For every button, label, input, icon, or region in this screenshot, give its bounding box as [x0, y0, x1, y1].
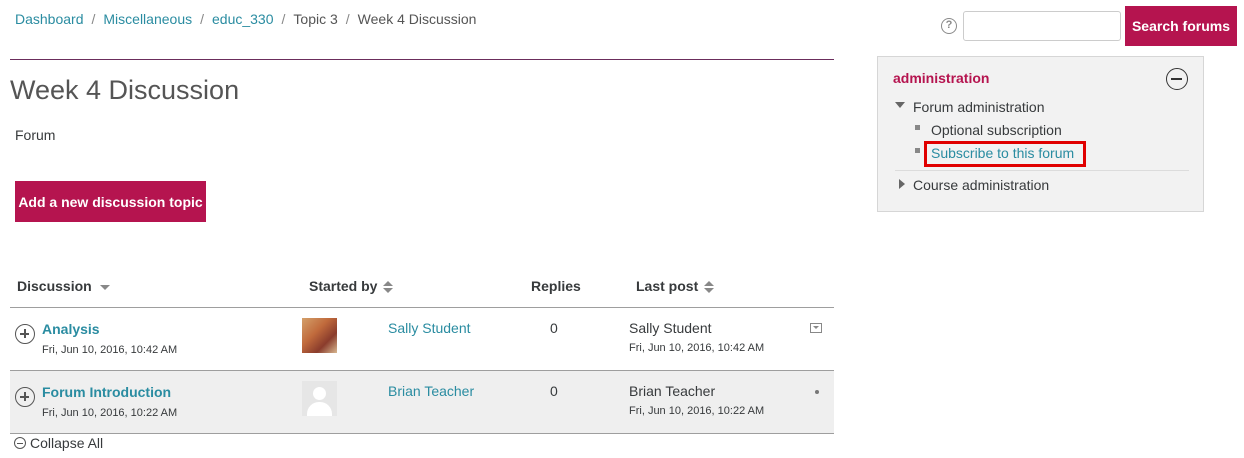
table-row: Analysis Fri, Jun 10, 2016, 10:42 AM Sal…: [10, 308, 834, 370]
collapse-minus-circle-icon: [14, 437, 26, 449]
table-row: Forum Introduction Fri, Jun 10, 2016, 10…: [10, 371, 834, 433]
breadcrumb-separator: /: [281, 11, 286, 27]
page-subtitle: Forum: [15, 127, 56, 143]
caret-right-icon[interactable]: [899, 179, 905, 189]
search-forums-button[interactable]: Search forums: [1125, 6, 1237, 46]
add-discussion-topic-button[interactable]: Add a new discussion topic: [15, 181, 206, 222]
replies-count: 0: [550, 320, 558, 336]
title-divider: [10, 59, 834, 60]
last-post-date: Fri, Jun 10, 2016, 10:22 AM: [629, 405, 765, 417]
sort-descending-icon: [99, 284, 110, 290]
discussion-date: Fri, Jun 10, 2016, 10:42 AM: [42, 344, 178, 356]
breadcrumb-dashboard[interactable]: Dashboard: [15, 11, 84, 27]
breadcrumb-current: Week 4 Discussion: [357, 11, 477, 27]
dropdown-menu-icon[interactable]: [810, 323, 822, 333]
expand-plus-circle-icon[interactable]: [15, 387, 35, 407]
optional-subscription-item: Optional subscription: [931, 122, 1062, 138]
discussion-title-link[interactable]: Analysis: [42, 321, 100, 337]
column-header-label: Replies: [531, 278, 581, 294]
table-divider: [10, 433, 834, 434]
divider: [895, 170, 1189, 171]
search-input[interactable]: [963, 11, 1121, 41]
breadcrumb: Dashboard / Miscellaneous / educ_330 / Topic 3…: [15, 11, 476, 27]
sort-icon: [704, 281, 715, 294]
bullet-icon: [915, 125, 920, 130]
last-post-date: Fri, Jun 10, 2016, 10:42 AM: [629, 342, 765, 354]
column-header-replies: Replies: [531, 278, 581, 294]
forum-administration-node[interactable]: Forum administration: [913, 99, 1045, 115]
question-circle-icon[interactable]: ?: [941, 18, 957, 34]
avatar[interactable]: [302, 381, 337, 416]
column-header-started-by[interactable]: Started by: [309, 278, 394, 294]
breadcrumb-separator: /: [200, 11, 204, 27]
course-administration-node[interactable]: Course administration: [913, 177, 1049, 193]
collapse-minus-circle-icon[interactable]: [1166, 68, 1188, 90]
discussion-title-link[interactable]: Forum Introduction: [42, 384, 171, 400]
expand-plus-circle-icon[interactable]: [15, 324, 35, 344]
last-post-author: Brian Teacher: [629, 383, 716, 399]
started-by-link[interactable]: Sally Student: [388, 320, 471, 336]
started-by-link[interactable]: Brian Teacher: [388, 383, 474, 399]
replies-count: 0: [550, 383, 558, 399]
page-title: Week 4 Discussion: [10, 75, 240, 105]
avatar[interactable]: [302, 318, 337, 353]
breadcrumb-course[interactable]: educ_330: [212, 11, 274, 27]
breadcrumb-separator: /: [345, 11, 350, 27]
breadcrumb-topic: Topic 3: [293, 11, 338, 27]
column-header-label: Discussion: [17, 278, 92, 294]
caret-down-icon[interactable]: [895, 102, 905, 108]
collapse-all-label: Collapse All: [30, 435, 104, 451]
dot-icon: [815, 390, 819, 394]
column-header-discussion[interactable]: Discussion: [17, 278, 110, 294]
column-header-label: Last post: [636, 278, 699, 294]
discussion-date: Fri, Jun 10, 2016, 10:22 AM: [42, 407, 178, 419]
bullet-icon: [915, 148, 920, 153]
breadcrumb-miscellaneous[interactable]: Miscellaneous: [103, 11, 192, 27]
breadcrumb-separator: /: [91, 11, 96, 27]
column-header-label: Started by: [309, 278, 378, 294]
block-title: administration: [893, 70, 990, 86]
highlight-annotation: [924, 141, 1086, 167]
collapse-all-link[interactable]: Collapse All: [14, 435, 103, 451]
sort-icon: [383, 281, 394, 294]
last-post-author: Sally Student: [629, 320, 712, 336]
administration-block: administration Forum administration Opti…: [877, 56, 1204, 212]
column-header-last-post[interactable]: Last post: [636, 278, 715, 294]
